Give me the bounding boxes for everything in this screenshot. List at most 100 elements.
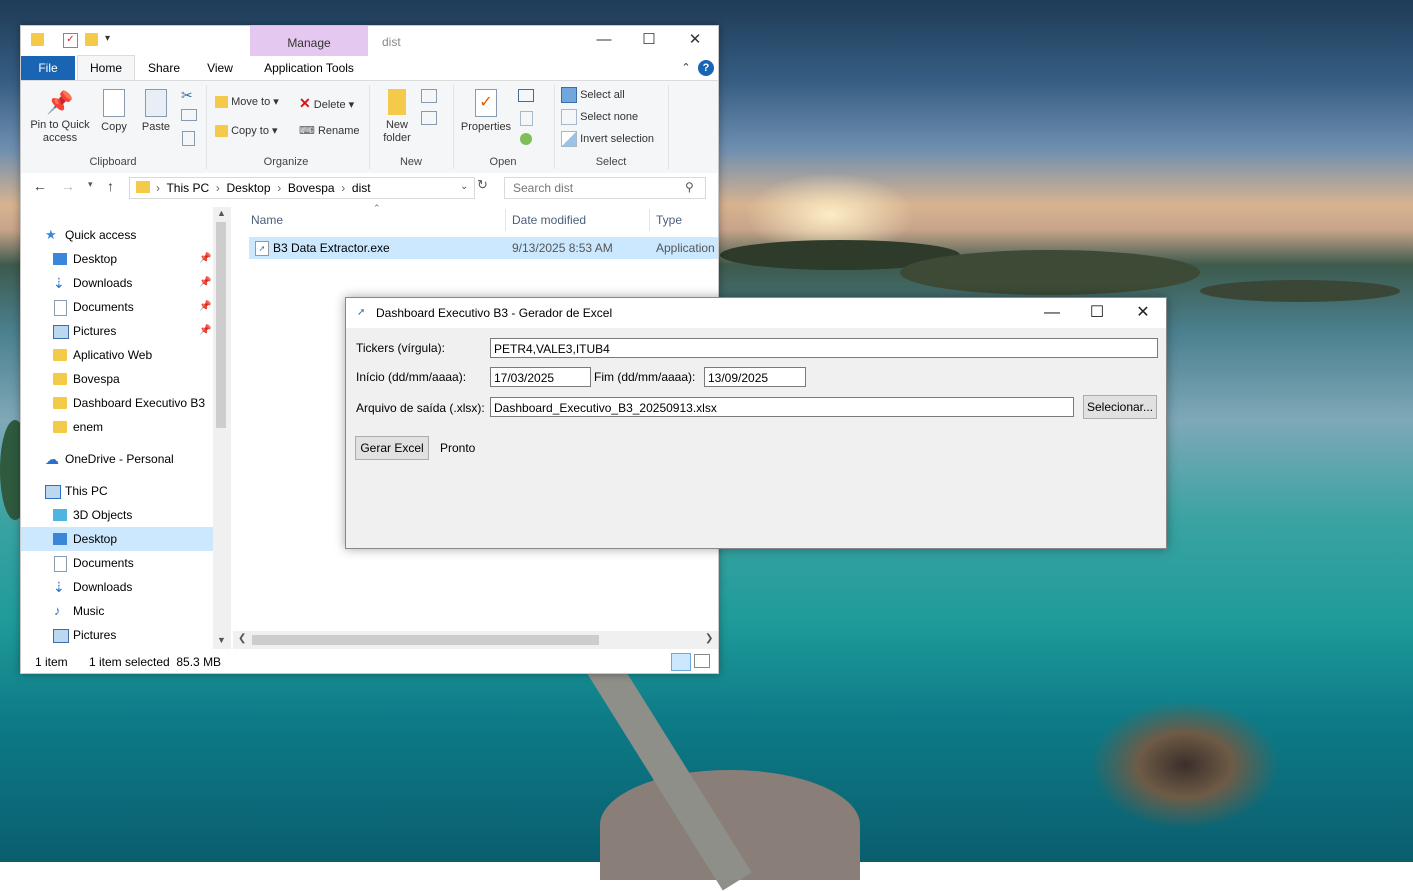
tab-share[interactable]: Share: [139, 56, 189, 80]
scroll-left-icon[interactable]: ❮: [238, 633, 246, 644]
properties-button[interactable]: ✓ Properties: [457, 87, 515, 134]
nav-downloads[interactable]: ⇣ Downloads 📌: [21, 271, 213, 295]
nav-onedrive[interactable]: ☁ OneDrive - Personal: [21, 447, 213, 471]
refresh-icon[interactable]: ↻: [477, 177, 491, 197]
nav-pc-pictures[interactable]: Pictures: [21, 623, 213, 647]
new-folder-label: New folder: [383, 119, 411, 144]
select-group-label: Select: [595, 156, 627, 168]
minimize-button[interactable]: —: [1042, 303, 1062, 323]
tab-view[interactable]: View: [197, 56, 243, 80]
history-icon[interactable]: [520, 133, 532, 145]
customize-toolbar-icon[interactable]: ▾: [105, 33, 118, 46]
nav-dashboard-executivo-b3[interactable]: Dashboard Executivo B3: [21, 391, 213, 415]
select-file-button[interactable]: Selecionar...: [1083, 395, 1157, 419]
dialog-title-bar: ➚ Dashboard Executivo B3 - Gerador de Ex…: [346, 298, 1166, 328]
delete-button[interactable]: ✕ Delete ▾: [299, 95, 354, 112]
breadcrumb-dist[interactable]: dist: [352, 181, 371, 195]
back-icon[interactable]: ←: [33, 178, 47, 194]
easy-access-icon[interactable]: [421, 111, 437, 125]
end-date-input[interactable]: 13/09/2025: [704, 367, 806, 387]
nav-this-pc[interactable]: This PC: [21, 479, 213, 503]
breadcrumb: › This PC › Desktop › Bovespa › dist: [156, 181, 371, 195]
column-header-type[interactable]: Type: [656, 213, 682, 227]
scroll-down-icon[interactable]: ▼: [217, 635, 226, 645]
up-icon[interactable]: ↑: [107, 178, 114, 194]
pin-to-quick-access-button[interactable]: 📌 Pin to Quick access: [27, 87, 93, 145]
breadcrumb-bovespa[interactable]: Bovespa: [288, 181, 335, 195]
column-header-date[interactable]: Date modified: [512, 213, 586, 227]
nav-label: enem: [73, 420, 104, 434]
nav-aplicativo-web[interactable]: Aplicativo Web: [21, 343, 213, 367]
clipboard-group-label: Clipboard: [89, 156, 137, 168]
scroll-right-icon[interactable]: ❯: [705, 633, 713, 644]
nav-pc-documents[interactable]: Documents: [21, 551, 213, 575]
new-folder-icon[interactable]: [85, 33, 98, 46]
breadcrumb-this-pc[interactable]: This PC: [166, 181, 209, 195]
details-view-icon[interactable]: [671, 653, 691, 671]
nav-3d-objects[interactable]: 3D Objects: [21, 503, 213, 527]
properties-icon[interactable]: ✓: [63, 33, 78, 48]
column-header-name[interactable]: Name: [251, 213, 283, 227]
large-icons-view-icon[interactable]: [694, 654, 710, 668]
new-folder-button[interactable]: New folder: [375, 87, 419, 145]
tab-file[interactable]: File: [21, 56, 75, 80]
generate-excel-button[interactable]: Gerar Excel: [355, 436, 429, 460]
open-icon[interactable]: [518, 89, 534, 102]
select-none-button[interactable]: Select none: [561, 109, 638, 125]
minimize-button[interactable]: —: [594, 31, 614, 49]
address-dropdown-icon[interactable]: ⌄: [460, 181, 468, 192]
start-date-input[interactable]: 17/03/2025: [490, 367, 591, 387]
select-all-button[interactable]: Select all: [561, 87, 625, 103]
nav-scroll-thumb[interactable]: [216, 222, 226, 428]
nav-quick-access[interactable]: ★ Quick access: [21, 223, 213, 247]
edit-icon[interactable]: [520, 111, 533, 126]
nav-desktop[interactable]: Desktop 📌: [21, 247, 213, 271]
nav-label: Aplicativo Web: [73, 348, 153, 362]
tab-home[interactable]: Home: [77, 55, 135, 80]
output-file-input[interactable]: Dashboard_Executivo_B3_20250913.xlsx: [490, 397, 1074, 417]
separator: [369, 85, 370, 169]
nav-pictures[interactable]: Pictures 📌: [21, 319, 213, 343]
nav-enem[interactable]: enem: [21, 415, 213, 439]
horizontal-scroll-thumb[interactable]: [252, 635, 599, 645]
nav-pc-downloads[interactable]: ⇣ Downloads: [21, 575, 213, 599]
move-to-button[interactable]: Move to ▾: [215, 95, 279, 109]
executable-icon: ➚: [255, 241, 269, 256]
desktop-icon: [53, 533, 67, 545]
nav-documents[interactable]: Documents 📌: [21, 295, 213, 319]
maximize-button[interactable]: ☐: [639, 31, 659, 49]
maximize-button[interactable]: ☐: [1087, 303, 1107, 323]
scroll-up-icon[interactable]: ▲: [217, 208, 226, 218]
tickers-input[interactable]: PETR4,VALE3,ITUB4: [490, 338, 1158, 358]
breadcrumb-desktop[interactable]: Desktop: [226, 181, 270, 195]
tab-application-tools[interactable]: Application Tools: [250, 56, 368, 80]
address-field[interactable]: › This PC › Desktop › Bovespa › dist ⌄: [129, 177, 475, 199]
delete-icon: ✕: [299, 95, 311, 111]
nav-bovespa[interactable]: Bovespa: [21, 367, 213, 391]
nav-label: Desktop: [73, 532, 118, 546]
rename-button[interactable]: ⌨ Rename: [299, 124, 360, 137]
close-button[interactable]: ✕: [1133, 303, 1153, 323]
end-date-label: Fim (dd/mm/aaaa):: [594, 370, 696, 384]
help-icon[interactable]: ?: [698, 60, 714, 76]
nav-music[interactable]: ♪ Music: [21, 599, 213, 623]
copy-to-button[interactable]: Copy to ▾: [215, 124, 278, 138]
title-bar: ✓ ▾ Manage dist — ☐ ✕: [21, 26, 718, 56]
recent-locations-icon[interactable]: ▾: [88, 179, 93, 190]
new-item-icon[interactable]: [421, 89, 437, 103]
collapse-ribbon-icon[interactable]: ⌃: [676, 59, 696, 77]
invert-selection-button[interactable]: Invert selection: [561, 131, 654, 147]
folder-icon: [53, 349, 67, 361]
paste-button[interactable]: Paste: [139, 87, 173, 134]
copy-label: Copy: [101, 121, 127, 133]
forward-icon[interactable]: →: [61, 178, 75, 194]
copy-path-icon[interactable]: [181, 109, 197, 121]
close-button[interactable]: ✕: [685, 31, 705, 49]
search-input[interactable]: Search dist ⚲: [504, 177, 706, 199]
nav-pc-desktop[interactable]: Desktop: [21, 527, 231, 551]
file-row[interactable]: ➚ B3 Data Extractor.exe 9/13/2025 8:53 A…: [249, 237, 718, 259]
nav-label: Downloads: [73, 276, 133, 290]
copy-button[interactable]: Copy: [97, 87, 131, 134]
cut-icon[interactable]: ✂: [181, 87, 193, 104]
paste-shortcut-icon[interactable]: [182, 131, 195, 146]
